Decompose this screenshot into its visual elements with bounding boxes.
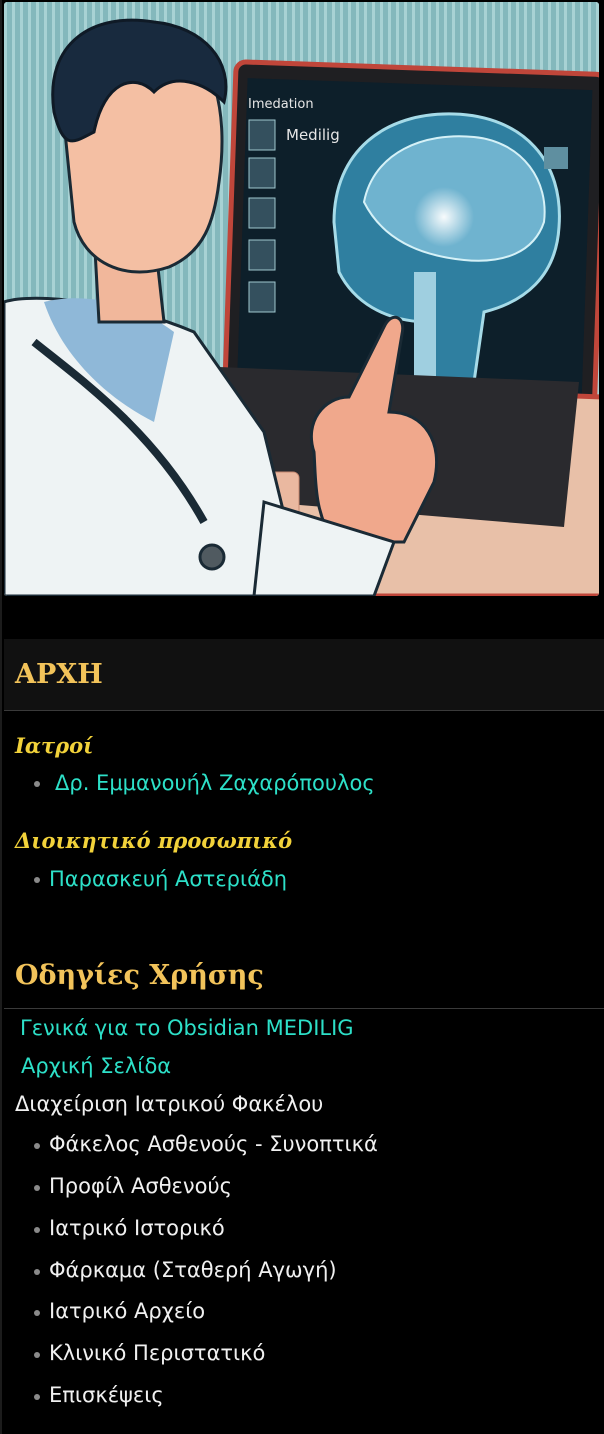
left-divider [0,0,2,1434]
bullet [34,1143,40,1149]
guide-title: Οδηγίες Χρήσης [15,960,264,991]
medical-folder-label: Διαχείριση Ιατρικού Φακέλου [15,1092,324,1116]
doctor-link-zacharopoulos[interactable]: Δρ. Εμμανουήλ Ζαχαρόπουλος [55,771,375,795]
bullet [34,1352,40,1358]
guide-item-patient-profile[interactable]: Προφίλ Ασθενούς [49,1174,232,1198]
bullet [34,1394,40,1400]
guide-item-visits[interactable]: Επισκέψεις [49,1383,164,1407]
screen-label-medilig: Medilig [286,126,340,144]
guide-item-medication[interactable]: Φάρκαμα (Σταθερή Αγωγή) [49,1258,337,1282]
bullet [34,1185,40,1191]
home-title: ΑΡΧΗ [15,659,103,690]
bullet [34,781,40,787]
link-general-obsidian-medilig[interactable]: Γενικά για το Obsidian MEDILIG [20,1016,354,1040]
guide-item-patient-folder-summary[interactable]: Φάκελος Ασθενούς - Συνοπτικά [49,1132,378,1156]
guide-item-clinical-case[interactable]: Κλινικό Περιστατικό [49,1341,265,1365]
guide-item-medical-archive[interactable]: Ιατρικό Αρχείο [49,1299,205,1323]
bullet [34,877,40,883]
guide-item-medical-history[interactable]: Ιατρικό Ιστορικό [49,1216,225,1240]
doctors-heading: Ιατροί [15,733,94,758]
admin-link-asteriadi[interactable]: Παρασκευή Αστεριάδη [49,867,287,891]
bullet [34,1269,40,1275]
guide-divider [4,1008,604,1009]
bullet [34,1310,40,1316]
bullet [34,1227,40,1233]
admin-heading: Διοικητικό προσωπικό [15,828,293,853]
hero-illustration: Imedation Medilig [4,2,599,596]
screen-label-imedation: Imedation [248,97,314,112]
link-home-page[interactable]: Αρχική Σελίδα [21,1054,171,1078]
